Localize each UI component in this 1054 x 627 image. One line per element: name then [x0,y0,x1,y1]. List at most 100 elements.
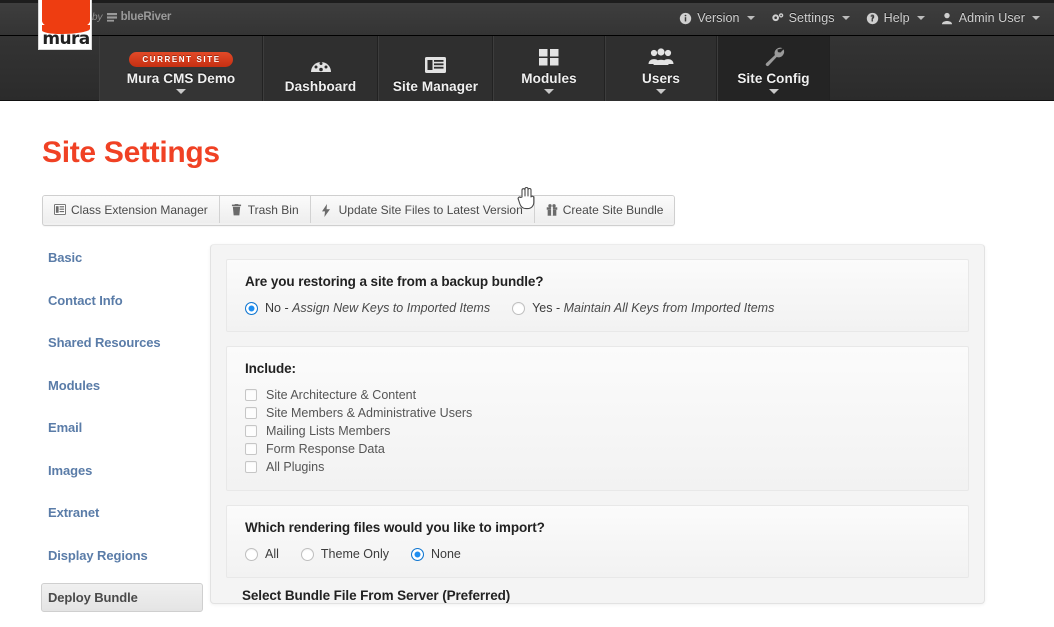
question-circle-icon: ? [866,12,879,25]
main-navigation: CURRENT SITE Mura CMS Demo Dashboard [0,36,1054,101]
restore-option-yes[interactable]: Yes - Maintain All Keys from Imported It… [512,301,774,315]
utility-item-settings[interactable]: Settings [771,11,850,25]
sidebar-item-label: Modules [48,378,100,393]
modules-icon [538,41,560,67]
restore-question: Are you restoring a site from a backup b… [245,274,950,289]
nav-item-label: Dashboard [285,79,356,94]
nav-item-label: Site Manager [393,79,478,94]
checkbox[interactable] [245,425,257,437]
user-icon [941,12,954,25]
nav-item-users[interactable]: Users [605,36,717,101]
restore-option-label: No - Assign New Keys to Imported Items [265,301,490,315]
include-option-label: Site Architecture & Content [266,388,416,402]
sidebar-item-modules[interactable]: Modules [42,372,202,399]
current-site-badge: CURRENT SITE [129,52,232,67]
page-body: Site Settings Class Extension Manager Tr… [0,101,1054,602]
sidebar-item-label: Deploy Bundle [48,590,138,605]
mura-logo[interactable]: mura [38,0,92,50]
restore-options: No - Assign New Keys to Imported Items Y… [245,301,950,315]
restore-option-detail: Assign New Keys to Imported Items [292,301,490,315]
toolbar-button-label: Create Site Bundle [563,203,664,217]
radio-button[interactable] [245,302,258,315]
include-option-label: Site Members & Administrative Users [266,406,472,420]
trash-bin-button[interactable]: Trash Bin [220,196,311,223]
sidebar-item-email[interactable]: Email [42,414,202,441]
trash-icon [231,204,243,216]
sidebar-item-deploy-bundle[interactable]: Deploy Bundle [41,583,203,612]
radio-button[interactable] [411,548,424,561]
deploy-bundle-panel: Are you restoring a site from a backup b… [210,244,985,604]
include-checkbox-list: Site Architecture & Content Site Members… [245,388,950,474]
radio-button[interactable] [512,302,525,315]
include-option-all-plugins[interactable]: All Plugins [245,460,950,474]
rendering-option-none[interactable]: None [411,547,461,561]
nav-item-current-site[interactable]: CURRENT SITE Mura CMS Demo [99,36,263,101]
rendering-option-all[interactable]: All [245,547,279,561]
utility-item-admin-user[interactable]: Admin User [941,11,1040,25]
chevron-down-icon [747,16,755,20]
svg-text:?: ? [870,14,875,23]
restore-option-label: Yes - Maintain All Keys from Imported It… [532,301,774,315]
bluериver-mark-icon [107,12,117,22]
chevron-down-icon [842,16,850,20]
utility-item-version[interactable]: Version [679,11,754,25]
radio-button[interactable] [301,548,314,561]
settings-sidebar: Basic Contact Info Shared Resources Modu… [42,244,202,627]
toolbar-button-label: Trash Bin [248,203,299,217]
sidebar-item-label: Images [48,463,92,478]
checkbox[interactable] [245,407,257,419]
class-extension-manager-button[interactable]: Class Extension Manager [43,196,220,223]
chevron-down-icon [769,89,779,94]
nav-item-site-config[interactable]: Site Config [717,36,830,101]
mura-logo-wordmark: mura [39,31,93,48]
sidebar-item-label: Contact Info [48,293,123,308]
sidebar-item-shared-resources[interactable]: Shared Resources [42,329,202,356]
chevron-down-icon [917,16,925,20]
checkbox[interactable] [245,389,257,401]
restore-option-prefix: No - [265,301,292,315]
sidebar-item-basic[interactable]: Basic [42,244,202,271]
site-manager-icon [424,49,447,75]
sidebar-item-label: Basic [48,250,82,265]
include-option-form-response-data[interactable]: Form Response Data [245,442,950,456]
chevron-down-icon [544,89,554,94]
create-site-bundle-button[interactable]: Create Site Bundle [535,196,675,223]
rendering-option-theme-only[interactable]: Theme Only [301,547,389,561]
page-title: Site Settings [42,136,220,170]
utility-item-help[interactable]: ? Help [866,11,925,25]
dashboard-icon [309,49,333,75]
utility-item-label: Settings [789,11,835,25]
utility-menu: Version Settings ? Help Admin [679,0,1046,36]
update-site-files-button[interactable]: Update Site Files to Latest Version [311,196,535,223]
include-title: Include: [245,361,950,376]
page-toolbar: Class Extension Manager Trash Bin Update… [42,195,675,226]
checkbox[interactable] [245,443,257,455]
radio-button[interactable] [245,548,258,561]
sidebar-item-extranet[interactable]: Extranet [42,499,202,526]
rendering-option-label: None [431,547,461,561]
restore-option-no[interactable]: No - Assign New Keys to Imported Items [245,301,490,315]
toolbar-button-label: Update Site Files to Latest Version [339,203,523,217]
rendering-option-label: All [265,547,279,561]
sidebar-item-contact-info[interactable]: Contact Info [42,287,202,314]
toolbar-button-label: Class Extension Manager [71,203,208,217]
checkbox[interactable] [245,461,257,473]
utility-item-label: Help [884,11,910,25]
users-icon [648,41,674,67]
include-option-label: Form Response Data [266,442,385,456]
nav-item-site-manager[interactable]: Site Manager [378,36,493,101]
nav-item-dashboard[interactable]: Dashboard [263,36,378,101]
include-section: Include: Site Architecture & Content Sit… [226,346,969,491]
nav-item-label: Site Config [737,71,809,86]
rendering-options: All Theme Only None [245,547,950,561]
sidebar-item-label: Email [48,420,82,435]
sidebar-item-images[interactable]: Images [42,457,202,484]
bundle-file-section: Select Bundle File From Server (Preferre… [226,588,969,603]
include-option-site-architecture[interactable]: Site Architecture & Content [245,388,950,402]
bolt-icon [322,204,334,216]
include-option-mailing-lists[interactable]: Mailing Lists Members [245,424,950,438]
nav-item-modules[interactable]: Modules [493,36,605,101]
include-option-site-members[interactable]: Site Members & Administrative Users [245,406,950,420]
sidebar-item-display-regions[interactable]: Display Regions [42,542,202,569]
restore-section: Are you restoring a site from a backup b… [226,259,969,332]
